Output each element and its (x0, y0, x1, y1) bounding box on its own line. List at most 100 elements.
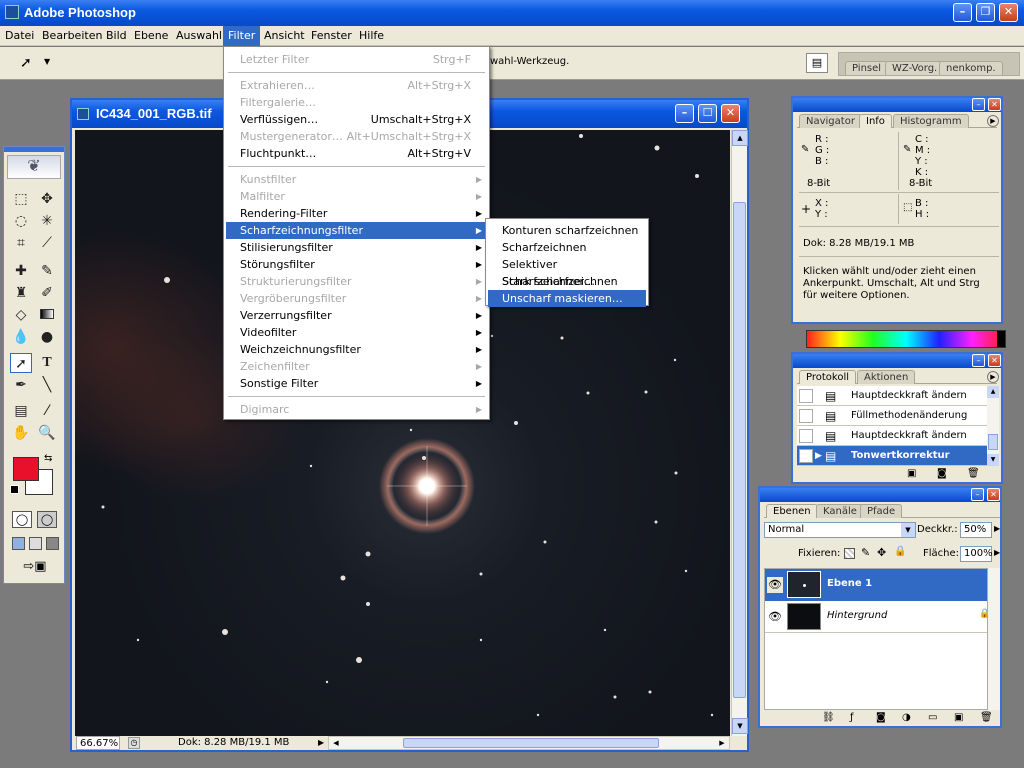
eye-icon[interactable]: 👁 (767, 609, 783, 625)
status-info-icon[interactable]: ◷ (128, 737, 140, 749)
filter-menu-item[interactable]: Weichzeichnungsfilter ▶ (226, 341, 487, 358)
zoom-level[interactable]: 66.67% (76, 736, 120, 750)
scroll-right-button[interactable]: ▶ (715, 737, 729, 749)
history-minimize-button[interactable]: – (972, 354, 985, 367)
history-item[interactable]: ▤ Füllmethodenänderung (797, 406, 987, 426)
sharpen-menu-item[interactable]: Unscharf maskieren… (488, 290, 646, 307)
link-layers-icon[interactable]: ⛓ (822, 712, 835, 723)
menu-fenster[interactable]: Fenster (306, 26, 357, 46)
info-minimize-button[interactable]: – (972, 98, 985, 111)
opacity-input[interactable]: 50% (960, 522, 992, 538)
gradient-tool-icon[interactable] (36, 305, 58, 325)
lock-transparency-icon[interactable] (844, 548, 855, 559)
screen-mode-full-icon[interactable] (46, 537, 59, 550)
swap-colors-icon[interactable]: ⇆ (44, 453, 52, 464)
horizontal-scrollbar[interactable]: ◀ ▶ (328, 736, 730, 750)
layer-mask-icon[interactable]: ◙ (876, 712, 886, 723)
slice-tool-icon[interactable]: ⟋ (36, 233, 58, 253)
blur-tool-icon[interactable]: 💧 (10, 327, 32, 347)
well-tab-ebenenkomp[interactable]: nenkomp. (939, 61, 1003, 75)
info-palette-titlebar[interactable]: – ✕ (793, 98, 1001, 112)
brush-tool-icon[interactable]: ✎ (36, 261, 58, 281)
filter-menu-item[interactable]: Scharfzeichnungsfilter ▶ (226, 222, 487, 239)
magic-wand-tool-icon[interactable]: ✳ (36, 211, 58, 231)
history-item[interactable]: ▤ Hauptdeckkraft ändern (797, 386, 987, 406)
history-brush-tool-icon[interactable]: ✐ (36, 283, 58, 303)
new-document-from-state-icon[interactable]: ▣ (907, 468, 916, 479)
tab-info[interactable]: Info (859, 114, 892, 128)
clone-stamp-tool-icon[interactable]: ♜ (10, 283, 32, 303)
history-scrollbar[interactable]: ▲ ▼ (987, 386, 999, 466)
eraser-tool-icon[interactable]: ◇ (10, 305, 32, 325)
sharpen-menu-item[interactable]: Selektiver Scharfzeichner… (488, 256, 646, 288)
tab-kanaele[interactable]: Kanäle (816, 504, 864, 518)
close-button[interactable]: ✕ (999, 3, 1018, 22)
filter-menu-item[interactable]: Verzerrungsfilter ▶ (226, 307, 487, 324)
history-item-active[interactable]: ▶ ▤ Tonwertkorrektur (797, 446, 987, 466)
layer-style-icon[interactable]: ƒ (850, 712, 854, 723)
crop-tool-icon[interactable]: ⌗ (10, 233, 32, 253)
menu-ansicht[interactable]: Ansicht (259, 26, 310, 46)
history-palette-titlebar[interactable]: – ✕ (793, 354, 1001, 368)
layers-palette-titlebar[interactable]: – ✕ (760, 488, 1000, 502)
layer-name[interactable]: Hintergrund (827, 610, 887, 621)
sharpen-menu-item[interactable]: Konturen scharfzeichnen (488, 222, 646, 239)
well-tab-pinsel[interactable]: Pinsel (845, 61, 889, 75)
standard-mode-icon[interactable]: ◯ (12, 511, 32, 528)
well-tab-wz-vorg[interactable]: WZ-Vorg. (885, 61, 945, 75)
adjustment-layer-icon[interactable]: ◑ (902, 712, 911, 723)
restore-button[interactable]: ❐ (976, 3, 995, 22)
lasso-tool-icon[interactable]: ◌ (10, 211, 32, 231)
doc-close-button[interactable]: ✕ (721, 104, 740, 123)
tab-aktionen[interactable]: Aktionen (857, 370, 916, 384)
lock-position-icon[interactable]: ✥ (877, 546, 886, 559)
menu-hilfe[interactable]: Hilfe (354, 26, 389, 46)
filter-menu-item[interactable]: Rendering-Filter ▶ (226, 205, 487, 222)
healing-brush-tool-icon[interactable]: ✚ (10, 261, 32, 281)
layer-name[interactable]: Ebene 1 (827, 578, 872, 589)
jump-to-imageready-icon[interactable]: ⇨▣ (12, 559, 58, 577)
sharpen-menu-item[interactable]: Stark scharfzeichnen (488, 273, 646, 290)
menu-auswahl[interactable]: Auswahl (171, 26, 227, 46)
screen-mode-standard-icon[interactable] (12, 537, 25, 550)
quickmask-mode-icon[interactable]: ◯ (37, 511, 57, 528)
lock-pixels-icon[interactable]: ✎ (861, 546, 870, 559)
menu-datei[interactable]: Datei (0, 26, 39, 46)
layer-row-selected[interactable]: 👁 Ebene 1 (765, 569, 987, 601)
chevron-down-icon[interactable]: ▼ (901, 523, 915, 537)
history-menu-icon[interactable]: ▶ (987, 371, 999, 383)
notes-tool-icon[interactable]: ▤ (10, 401, 32, 421)
layers-close-button[interactable]: ✕ (987, 488, 1000, 501)
menu-bild[interactable]: Bild (101, 26, 132, 46)
filter-menu-item[interactable]: Sonstige Filter ▶ (226, 375, 487, 392)
path-selection-tool-icon[interactable]: ➚ (10, 353, 32, 373)
toolbox-grip[interactable] (4, 147, 64, 152)
filter-menu-item[interactable]: Störungsfilter ▶ (226, 256, 487, 273)
layer-row[interactable]: 👁 Hintergrund 🔒 (765, 601, 990, 633)
doc-minimize-button[interactable]: – (675, 104, 694, 123)
tab-histogramm[interactable]: Histogramm (893, 114, 969, 128)
horizontal-scroll-thumb[interactable] (403, 738, 659, 748)
new-layer-icon[interactable]: ▣ (954, 712, 963, 723)
foreground-color-swatch[interactable] (13, 457, 39, 481)
palette-well-icon[interactable]: ▤ (806, 53, 828, 73)
tab-ebenen[interactable]: Ebenen (766, 504, 818, 518)
fill-slider-arrow-icon[interactable]: ▶ (994, 548, 1000, 557)
menu-bearbeiten[interactable]: Bearbeiten (37, 26, 107, 46)
color-ramp[interactable] (806, 330, 1006, 348)
new-snapshot-icon[interactable]: ◙ (937, 468, 947, 479)
minimize-button[interactable]: – (953, 3, 972, 22)
layers-minimize-button[interactable]: – (971, 488, 984, 501)
filter-menu-item[interactable]: Stilisierungsfilter ▶ (226, 239, 487, 256)
filter-menu-item[interactable]: Verflüssigen… Umschalt+Strg+X (226, 111, 487, 128)
trash-icon[interactable]: 🗑 (967, 468, 980, 479)
palette-menu-icon[interactable]: ▶ (987, 115, 999, 127)
filter-menu-item[interactable]: Videofilter ▶ (226, 324, 487, 341)
move-tool-icon[interactable]: ✥ (36, 189, 58, 209)
history-close-button[interactable]: ✕ (988, 354, 1001, 367)
tab-protokoll[interactable]: Protokoll (799, 370, 857, 384)
default-colors-icon[interactable] (10, 485, 19, 494)
menu-filter[interactable]: Filter (223, 26, 261, 46)
line-tool-icon[interactable]: ╲ (36, 375, 58, 395)
lock-all-icon[interactable]: 🔒 (894, 546, 906, 557)
